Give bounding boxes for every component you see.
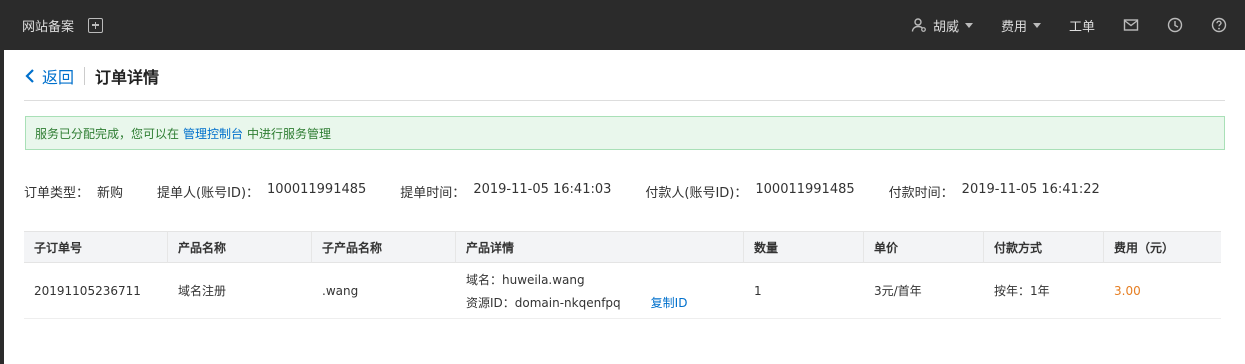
- fee-menu[interactable]: 费用: [1001, 16, 1041, 35]
- chevron-left-icon: [25, 69, 34, 83]
- quantity: 1: [744, 263, 864, 319]
- topbar-left: 网站备案: [22, 0, 104, 50]
- meta-value: 100011991485: [755, 182, 855, 197]
- meta-label: 订单类型：: [24, 186, 90, 201]
- header-divider: [84, 67, 86, 85]
- help-button[interactable]: [1211, 17, 1227, 33]
- copy-id-button[interactable]: 复制ID: [651, 294, 688, 311]
- add-icon[interactable]: [88, 17, 104, 33]
- fee-menu-label: 费用: [1000, 19, 1027, 35]
- meta-value: 2019-11-05 16:41:03: [473, 182, 612, 197]
- chevron-down-icon: [964, 22, 973, 28]
- history-button[interactable]: [1167, 17, 1183, 33]
- main-content: 返回 订单详情 服务已分配完成，您可以在 管理控制台 中进行服务管理 订单类型：…: [4, 50, 1245, 364]
- back-button[interactable]: 返回: [24, 64, 74, 88]
- payment-time: 付款时间： 2019-11-05 16:41:22: [889, 182, 1100, 201]
- fee-amount: 3.00: [1104, 263, 1221, 319]
- payment-method: 按年：1年: [984, 263, 1104, 319]
- meta-label: 付款人(账号ID)：: [645, 186, 748, 201]
- notice-suffix: 中进行服务管理: [247, 126, 332, 141]
- clock-icon: [1167, 17, 1183, 33]
- success-notice: 服务已分配完成，您可以在 管理控制台 中进行服务管理: [25, 116, 1225, 150]
- page-header: 返回 订单详情: [24, 64, 160, 88]
- ticket-link[interactable]: 工单: [1069, 16, 1095, 35]
- column-header: 子订单号: [24, 231, 168, 263]
- user-icon: [911, 18, 926, 32]
- order-type: 订单类型： 新购: [24, 182, 123, 201]
- column-header: 产品名称: [168, 231, 312, 263]
- ticket-label: 工单: [1068, 19, 1095, 35]
- meta-label: 提单时间：: [400, 186, 466, 201]
- topbar-right: 胡威 费用 工单: [883, 0, 1227, 50]
- page-title: 订单详情: [95, 68, 160, 87]
- header-divider-line: [24, 100, 1225, 101]
- user-name: 胡威: [932, 19, 959, 35]
- messages-button[interactable]: [1123, 17, 1139, 33]
- column-header: 子产品名称: [312, 231, 456, 263]
- sub-order-id: 20191105236711: [24, 263, 168, 319]
- payer-id: 付款人(账号ID)： 100011991485: [645, 182, 854, 201]
- column-header: 数量: [744, 231, 864, 263]
- unit-price: 3元/首年: [864, 263, 984, 319]
- back-label: 返回: [42, 68, 75, 87]
- detail-resource-row: 资源ID：domain-nkqenfpq 复制ID: [466, 294, 687, 311]
- column-header: 费用（元）: [1104, 231, 1221, 263]
- detail-domain-row: 域名：huweila.wang: [466, 271, 687, 288]
- order-meta: 订单类型： 新购 提单人(账号ID)： 100011991485 提单时间： 2…: [24, 182, 1100, 201]
- console-link[interactable]: 管理控制台: [183, 125, 243, 142]
- column-header: 产品详情: [456, 231, 744, 263]
- detail-resource-id: 资源ID：domain-nkqenfpq: [466, 295, 621, 310]
- detail-domain: 域名：huweila.wang: [466, 272, 585, 287]
- top-navigation-bar: 网站备案 胡威 费用 工单: [0, 0, 1245, 50]
- meta-label: 提单人(账号ID)：: [157, 186, 260, 201]
- column-header: 单价: [864, 231, 984, 263]
- mail-icon: [1123, 19, 1139, 31]
- table-row: 20191105236711 域名注册 .wang 域名：huweila.wan…: [24, 263, 1225, 319]
- submit-time: 提单时间： 2019-11-05 16:41:03: [400, 182, 611, 201]
- notice-prefix: 服务已分配完成，您可以在: [35, 126, 180, 141]
- column-header: 付款方式: [984, 231, 1104, 263]
- meta-value: 100011991485: [267, 182, 367, 197]
- product-detail: 域名：huweila.wang 资源ID：domain-nkqenfpq 复制I…: [456, 263, 744, 319]
- chevron-down-icon: [1032, 22, 1041, 28]
- help-icon: [1211, 17, 1227, 33]
- meta-value: 2019-11-05 16:41:22: [961, 182, 1100, 197]
- detail-block: 域名：huweila.wang 资源ID：domain-nkqenfpq 复制I…: [466, 271, 687, 311]
- submitter-id: 提单人(账号ID)： 100011991485: [157, 182, 366, 201]
- sub-order-table: 子订单号 产品名称 子产品名称 产品详情 数量 单价 付款方式 费用（元） 20…: [24, 231, 1225, 319]
- meta-label: 付款时间：: [888, 186, 954, 201]
- user-menu[interactable]: 胡威: [911, 16, 973, 35]
- brand-title[interactable]: 网站备案: [22, 16, 74, 35]
- table-header-row: 子订单号 产品名称 子产品名称 产品详情 数量 单价 付款方式 费用（元）: [24, 231, 1225, 263]
- sub-product-name: .wang: [312, 263, 456, 319]
- meta-value: 新购: [97, 186, 124, 201]
- product-name: 域名注册: [168, 263, 312, 319]
